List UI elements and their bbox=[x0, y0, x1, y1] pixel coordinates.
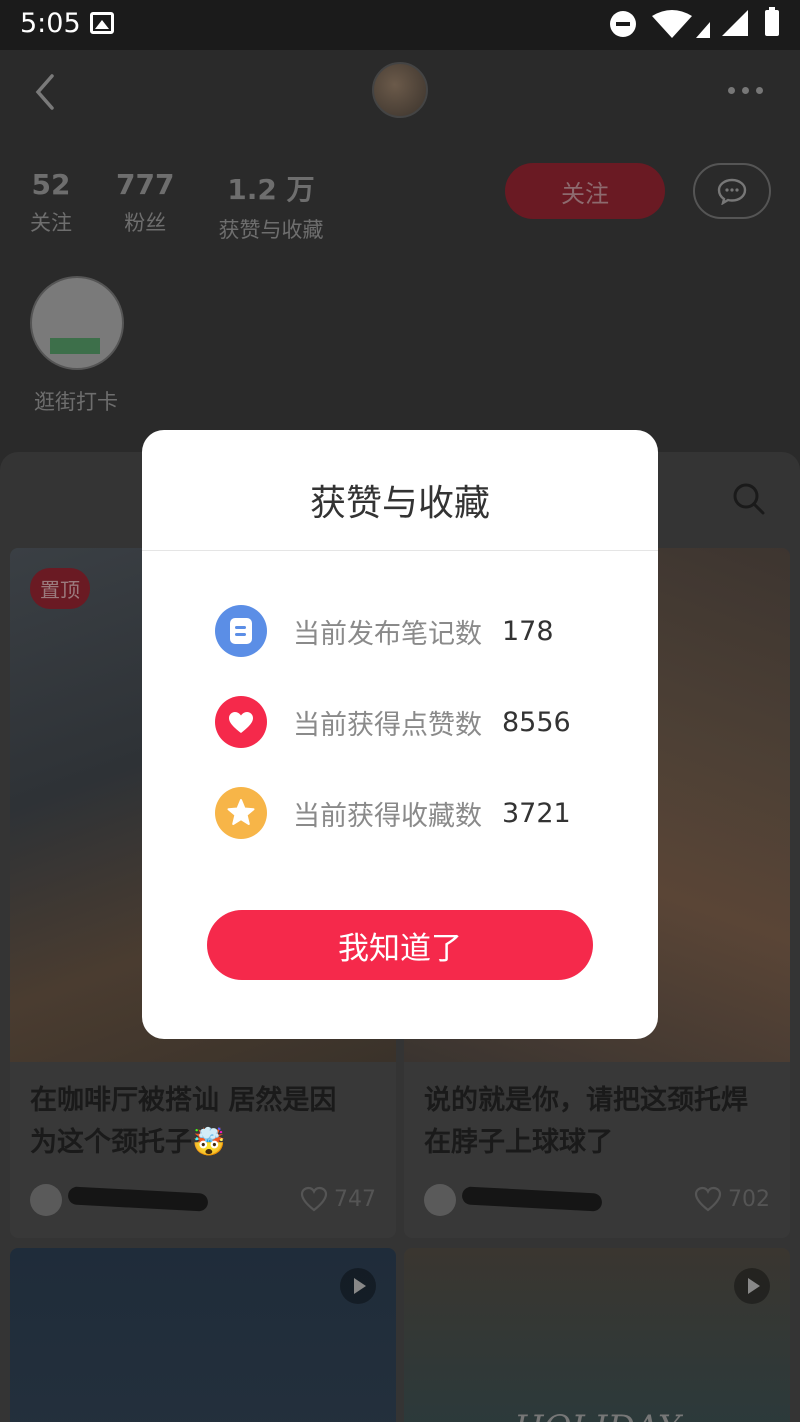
status-time: 5:05 bbox=[20, 8, 81, 39]
row-value: 178 bbox=[502, 615, 554, 647]
image-notification-icon bbox=[90, 12, 114, 34]
row-label: 当前获得点赞数 bbox=[293, 709, 482, 741]
chat-bubble-icon bbox=[717, 178, 747, 205]
stat-likes-collections[interactable]: 1.2 万 获赞与收藏 bbox=[218, 168, 323, 244]
highlight-thumbnail[interactable] bbox=[30, 276, 124, 370]
row-label: 当前获得收藏数 bbox=[293, 800, 482, 832]
note-title-line: 在脖子上球球了 bbox=[424, 1127, 613, 1158]
pinned-badge: 置顶 bbox=[30, 568, 90, 609]
battery-icon bbox=[765, 7, 779, 36]
highlight-label: 逛街打卡 bbox=[34, 390, 118, 414]
row-label: 当前发布笔记数 bbox=[293, 618, 482, 650]
note-title-line: 说的就是你，请把这颈托焊 bbox=[424, 1085, 748, 1116]
video-play-icon bbox=[340, 1268, 376, 1304]
note-title: 说的就是你，请把这颈托焊 在脖子上球球了 bbox=[424, 1080, 774, 1164]
stat-label: 获赞与收藏 bbox=[218, 218, 324, 242]
back-arrow-icon[interactable] bbox=[30, 72, 60, 112]
note-title-line: 为这个颈托子🤯 bbox=[30, 1127, 226, 1158]
signal-icon bbox=[722, 10, 748, 36]
stat-label: 关注 bbox=[30, 211, 72, 235]
do-not-disturb-icon bbox=[610, 11, 636, 37]
author-avatar[interactable] bbox=[30, 1184, 62, 1216]
note-icon bbox=[215, 605, 267, 657]
note-card[interactable]: HOLIDAY bbox=[404, 1248, 790, 1422]
stat-following[interactable]: 52 关注 bbox=[30, 168, 72, 244]
stat-number: 1.2 万 bbox=[227, 173, 315, 206]
collections-count-row: 当前获得收藏数 3721 bbox=[215, 786, 571, 840]
note-title: 在咖啡厅被搭讪 居然是因 为这个颈托子🤯 bbox=[30, 1080, 380, 1164]
status-bar: 5:05 bbox=[0, 0, 800, 50]
profile-avatar[interactable] bbox=[372, 62, 428, 118]
stat-followers[interactable]: 777 粉丝 bbox=[116, 168, 174, 244]
dialog-title: 获赞与收藏 bbox=[309, 483, 490, 524]
like-count-value: 747 bbox=[334, 1186, 376, 1212]
divider bbox=[142, 550, 658, 551]
follow-button[interactable]: 关注 bbox=[505, 163, 665, 219]
like-count[interactable]: 747 bbox=[300, 1186, 376, 1212]
heart-outline-icon bbox=[694, 1186, 722, 1212]
more-options-icon[interactable] bbox=[728, 80, 768, 100]
stat-number: 777 bbox=[116, 168, 175, 201]
wifi-icon bbox=[652, 10, 710, 38]
row-value: 8556 bbox=[502, 706, 571, 738]
note-card[interactable] bbox=[10, 1248, 396, 1422]
notes-count-row: 当前发布笔记数 178 bbox=[215, 604, 554, 658]
redacted-author-name bbox=[67, 1186, 209, 1212]
stat-number: 52 bbox=[31, 168, 71, 201]
got-it-button[interactable]: 我知道了 bbox=[207, 910, 593, 980]
search-icon[interactable] bbox=[732, 482, 766, 516]
stat-label: 粉丝 bbox=[124, 211, 167, 235]
heart-icon bbox=[215, 696, 267, 748]
redacted-author-name bbox=[461, 1186, 603, 1212]
video-play-icon bbox=[734, 1268, 770, 1304]
heart-outline-icon bbox=[300, 1186, 328, 1212]
cover-text: HOLIDAY bbox=[514, 1408, 680, 1422]
like-count-value: 702 bbox=[728, 1186, 770, 1212]
author-avatar[interactable] bbox=[424, 1184, 456, 1216]
row-value: 3721 bbox=[502, 797, 571, 829]
profile-stats: 52 关注 777 粉丝 1.2 万 获赞与收藏 bbox=[30, 168, 367, 244]
like-count[interactable]: 702 bbox=[694, 1186, 770, 1212]
star-icon bbox=[215, 787, 267, 839]
note-title-line: 在咖啡厅被搭讪 居然是因 bbox=[30, 1085, 337, 1116]
message-button[interactable] bbox=[693, 163, 771, 219]
likes-count-row: 当前获得点赞数 8556 bbox=[215, 695, 571, 749]
likes-collections-dialog: 获赞与收藏 当前发布笔记数 178 当前获得点赞数 8556 当前获得收藏数 3… bbox=[142, 430, 658, 1039]
